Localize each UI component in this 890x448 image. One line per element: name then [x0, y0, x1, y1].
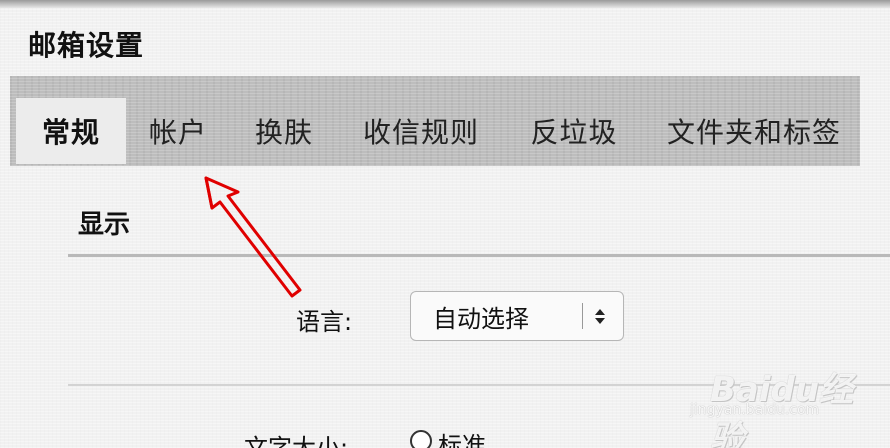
watermark-url: jingyan.baidu.com	[690, 402, 820, 418]
baidu-watermark: Baidu经验 jingyan.baidu.com	[680, 350, 880, 448]
